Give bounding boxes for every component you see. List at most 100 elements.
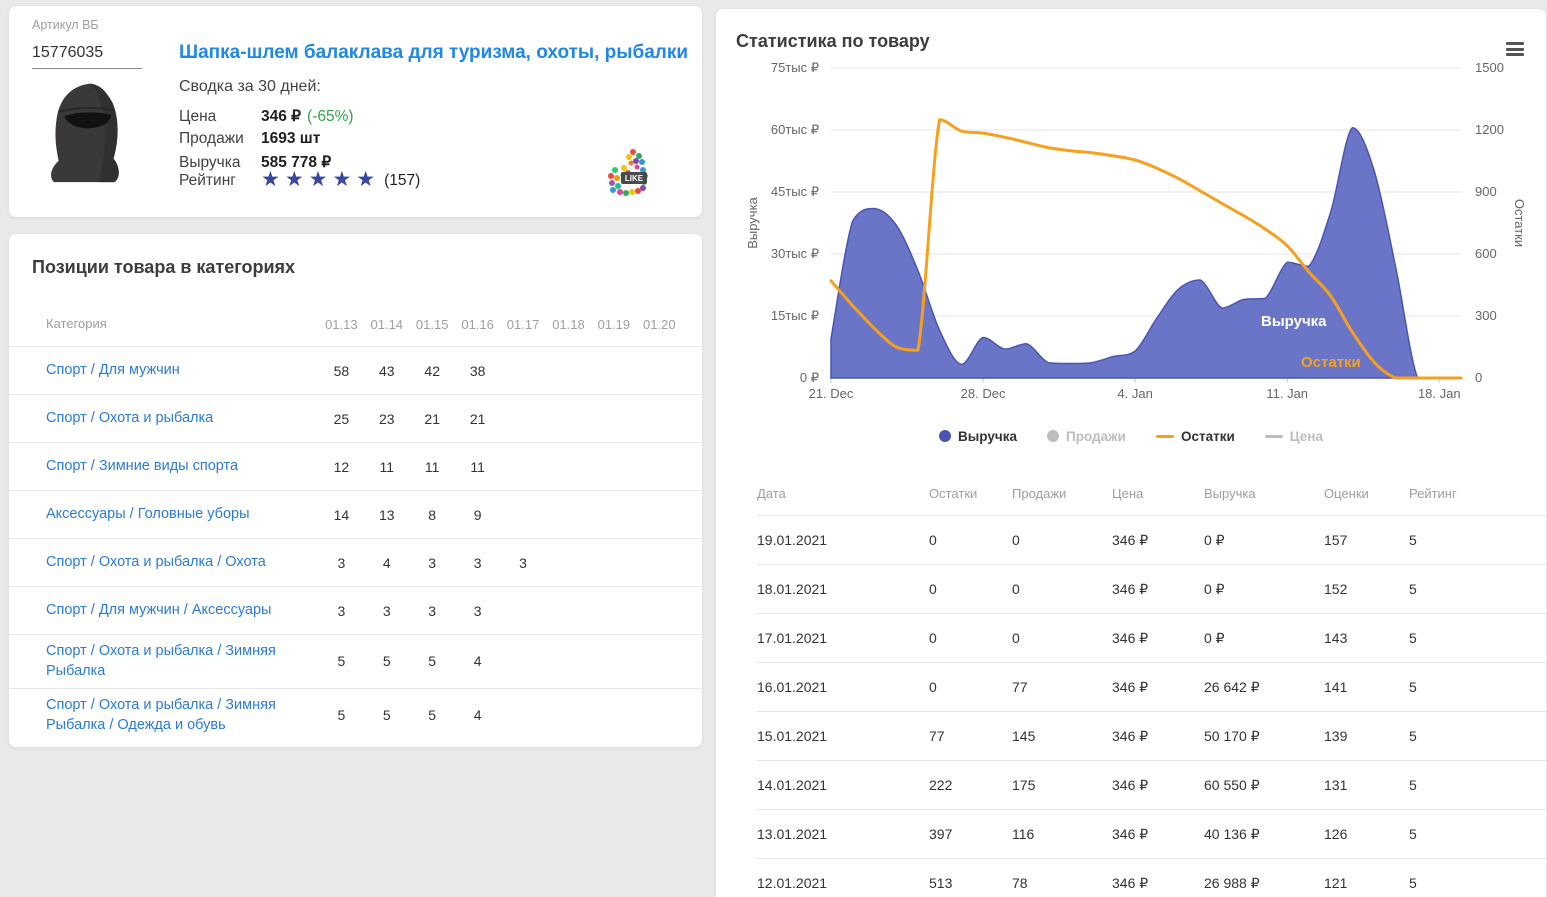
chart-menu-hamburger-icon[interactable] [1506, 42, 1524, 56]
stats-cell: 346 ₽ [1112, 728, 1204, 745]
svg-text:0: 0 [1475, 370, 1482, 385]
svg-text:75тыс ₽: 75тыс ₽ [771, 60, 819, 75]
legend-item-Остатки[interactable]: Остатки [1156, 429, 1235, 444]
svg-text:45тыс ₽: 45тыс ₽ [771, 184, 819, 199]
like-sticker-text: LIKE [625, 174, 644, 183]
position-value: 43 [364, 363, 409, 379]
positions-card: Позиции товара в категориях Категория01.… [8, 233, 703, 748]
position-value: 3 [455, 555, 500, 571]
stats-cell: 346 ₽ [1112, 826, 1204, 843]
stats-cell: 78 [1012, 875, 1112, 891]
positions-row: Аксессуары / Головные уборы141389 [9, 490, 702, 538]
position-value: 3 [319, 555, 364, 571]
stats-row: 18.01.202100346 ₽0 ₽1525 [757, 565, 1546, 614]
legend-label: Продажи [1066, 429, 1126, 444]
legend-item-Цена[interactable]: Цена [1265, 429, 1323, 444]
position-value: 4 [455, 707, 500, 723]
legend-item-Выручка[interactable]: Выручка [939, 429, 1017, 444]
revenue-inplot-label: Выручка [1261, 313, 1327, 330]
legend-item-Продажи[interactable]: Продажи [1047, 429, 1126, 444]
stats-chart[interactable]: 0 ₽015тыс ₽30030тыс ₽60045тыс ₽90060тыс … [716, 54, 1528, 410]
svg-text:11. Jan: 11. Jan [1266, 386, 1308, 401]
like-sticker-icon: LIKE [603, 148, 649, 196]
stats-row: 15.01.202177145346 ₽50 170 ₽1395 [757, 712, 1546, 761]
svg-text:Остатки: Остатки [1512, 199, 1527, 247]
legend-marker-icon [1265, 435, 1283, 438]
svg-text:300: 300 [1475, 308, 1497, 323]
category-link[interactable]: Аксессуары / Головные уборы [46, 506, 250, 522]
info-row: Продажи 1693 шт [179, 130, 354, 153]
stats-cell: 152 [1324, 581, 1409, 597]
svg-text:1200: 1200 [1475, 122, 1504, 137]
svg-text:900: 900 [1475, 184, 1497, 199]
date-column-header: 01.15 [409, 317, 454, 332]
stats-cell: 0 [1012, 630, 1112, 646]
stats-cell: 346 ₽ [1112, 581, 1204, 598]
position-value: 3 [319, 603, 364, 619]
svg-text:0 ₽: 0 ₽ [800, 370, 819, 385]
rating-count: (157) [384, 172, 420, 190]
chart-wrap: 0 ₽015тыс ₽30030тыс ₽60045тыс ₽90060тыс … [716, 54, 1546, 415]
stats-column-header: Цена [1112, 486, 1204, 501]
position-value: 3 [500, 555, 545, 571]
stats-cell: 141 [1324, 679, 1409, 695]
info-extra: (-65%) [307, 108, 354, 126]
category-cell: Спорт / Зимние виды спорта [46, 450, 319, 482]
category-link[interactable]: Спорт / Для мужчин / Аксессуары [46, 602, 271, 618]
date-column-header: 01.20 [637, 317, 682, 332]
stats-cell: 77 [1012, 679, 1112, 695]
position-value: 42 [409, 363, 454, 379]
stats-cell: 5 [1409, 826, 1489, 842]
position-value: 3 [364, 603, 409, 619]
stats-row: 13.01.2021397116346 ₽40 136 ₽1265 [757, 810, 1546, 859]
stats-cell: 346 ₽ [1112, 630, 1204, 647]
stats-column-header: Оценки [1324, 486, 1409, 501]
stats-cell: 0 [929, 679, 1012, 695]
stats-cell: 145 [1012, 728, 1112, 744]
stats-cell: 513 [929, 875, 1012, 891]
position-value: 23 [364, 411, 409, 427]
product-title-link[interactable]: Шапка-шлем балаклава для туризма, охоты,… [179, 42, 688, 64]
stats-cell: 346 ₽ [1112, 875, 1204, 892]
summary-title: Сводка за 30 дней: [179, 78, 321, 96]
category-cell: Категория [46, 309, 319, 339]
position-value: 25 [319, 411, 364, 427]
position-value: 11 [364, 459, 409, 475]
stats-cell: 26 642 ₽ [1204, 679, 1324, 696]
date-column-header: 01.13 [319, 317, 364, 332]
stats-cell: 60 550 ₽ [1204, 777, 1324, 794]
stats-header-row: ДатаОстаткиПродажиЦенаВыручкаОценкиРейти… [757, 471, 1546, 516]
stats-table: ДатаОстаткиПродажиЦенаВыручкаОценкиРейти… [716, 471, 1546, 897]
position-value: 3 [455, 603, 500, 619]
legend-marker-icon [1047, 430, 1059, 442]
category-link[interactable]: Спорт / Охота и рыбалка / Зимняя Рыбалка… [46, 697, 276, 733]
stats-cell: 50 170 ₽ [1204, 728, 1324, 745]
date-column-header: 01.19 [591, 317, 636, 332]
legend-marker-icon [939, 430, 951, 442]
category-link[interactable]: Спорт / Для мужчин [46, 362, 180, 378]
category-link[interactable]: Спорт / Охота и рыбалка [46, 410, 213, 426]
category-link[interactable]: Спорт / Охота и рыбалка / Зимняя Рыбалка [46, 643, 276, 679]
left-column: Артикул ВБ 15776035 Шапка-шлем балаклава… [0, 0, 709, 897]
article-value: 15776035 [32, 44, 142, 69]
category-link[interactable]: Спорт / Зимние виды спорта [46, 458, 238, 474]
stats-column-header: Рейтинг [1409, 486, 1489, 501]
category-link[interactable]: Спорт / Охота и рыбалка / Охота [46, 554, 266, 570]
position-value: 11 [409, 459, 454, 475]
stats-cell: 13.01.2021 [757, 826, 929, 842]
stats-cell: 0 [929, 630, 1012, 646]
position-value: 9 [455, 507, 500, 523]
position-value: 5 [409, 707, 454, 723]
stats-cell: 121 [1324, 875, 1409, 891]
positions-row: Спорт / Зимние виды спорта12111111 [9, 442, 702, 490]
stats-cell: 116 [1012, 826, 1112, 842]
position-value: 21 [455, 411, 500, 427]
positions-row: Спорт / Охота и рыбалка / Зимняя Рыбалка… [9, 634, 702, 688]
positions-row: Спорт / Охота и рыбалка / Зимняя Рыбалка… [9, 688, 702, 742]
svg-text:30тыс ₽: 30тыс ₽ [771, 246, 819, 261]
stats-row: 14.01.2021222175346 ₽60 550 ₽1315 [757, 761, 1546, 810]
stats-cell: 19.01.2021 [757, 532, 929, 548]
stats-cell: 346 ₽ [1112, 532, 1204, 549]
positions-row: Спорт / Охота и рыбалка25232121 [9, 394, 702, 442]
stats-cell: 5 [1409, 532, 1489, 548]
